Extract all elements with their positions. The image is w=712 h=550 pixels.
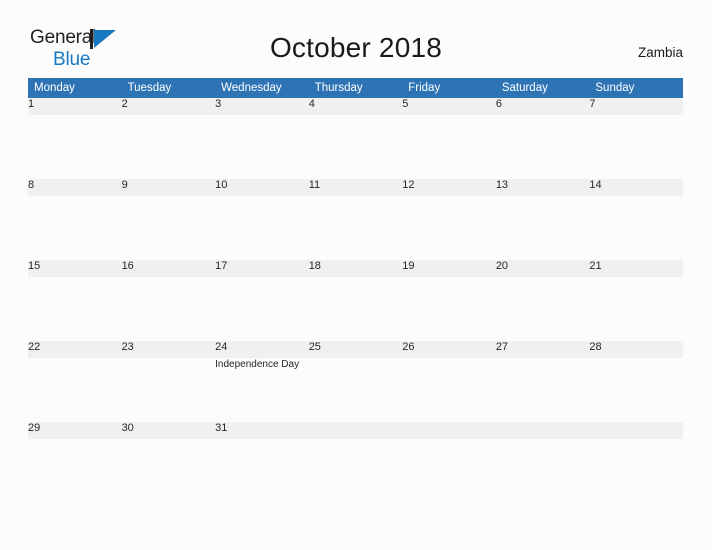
day-number-2[interactable]: 2 (121, 98, 216, 115)
day-number-5[interactable]: 5 (402, 98, 496, 115)
day-cell-body (402, 439, 496, 465)
day-cell-body[interactable] (28, 358, 122, 422)
day-cell-body[interactable] (121, 115, 216, 179)
week-daynumber-row: 15 16 17 18 19 20 21 (28, 260, 683, 277)
day-cell-body[interactable] (402, 196, 496, 260)
day-number-16[interactable]: 16 (121, 260, 216, 277)
day-number-blank (308, 422, 403, 439)
weekday-header-saturday: Saturday (495, 78, 590, 98)
day-cell-body[interactable] (28, 115, 122, 179)
day-cell-body[interactable] (308, 115, 403, 179)
day-number-18[interactable]: 18 (308, 260, 403, 277)
weekday-header-wednesday: Wednesday (215, 78, 309, 98)
calendar-grid: Monday Tuesday Wednesday Thursday Friday Satu… (28, 78, 683, 465)
weekday-header-sunday: Sunday (589, 78, 683, 98)
week-event-row (28, 439, 683, 465)
day-cell-body[interactable] (402, 358, 496, 422)
day-number-15[interactable]: 15 (28, 260, 122, 277)
day-cell-body[interactable] (308, 277, 403, 341)
page-header: General Blue October 2018 Zambia (0, 0, 712, 78)
day-cell-body[interactable] (121, 277, 216, 341)
day-number-24[interactable]: 24 (215, 341, 309, 358)
day-number-27[interactable]: 27 (495, 341, 590, 358)
week-daynumber-row: 8 9 10 11 12 13 14 (28, 179, 683, 196)
day-number-3[interactable]: 3 (215, 98, 309, 115)
day-number-4[interactable]: 4 (308, 98, 403, 115)
week-daynumber-row: 22 23 24 25 26 27 28 (28, 341, 683, 358)
day-cell-body[interactable] (28, 277, 122, 341)
country-label: Zambia (637, 45, 683, 60)
day-cell-body (495, 439, 590, 465)
weekday-header-thursday: Thursday (308, 78, 403, 98)
week-event-row (28, 196, 683, 260)
day-number-20[interactable]: 20 (495, 260, 590, 277)
day-cell-body[interactable] (402, 277, 496, 341)
day-number-23[interactable]: 23 (121, 341, 216, 358)
page-title: October 2018 (269, 32, 443, 63)
day-number-6[interactable]: 6 (495, 98, 590, 115)
day-cell-body[interactable] (215, 277, 309, 341)
weekday-header-monday: Monday (28, 78, 122, 98)
calendar-header-row: Monday Tuesday Wednesday Thursday Friday Satu… (28, 78, 683, 98)
day-cell-body[interactable] (589, 196, 683, 260)
day-cell-body[interactable] (121, 196, 216, 260)
day-number-28[interactable]: 28 (589, 341, 683, 358)
day-number-blank (589, 422, 683, 439)
week-event-row: Independence Day (28, 358, 683, 422)
day-cell-body (589, 439, 683, 465)
day-number-30[interactable]: 30 (121, 422, 216, 439)
calendar-table: Monday Tuesday Wednesday Thursday Friday Satu… (28, 78, 683, 465)
day-cell-body[interactable] (589, 115, 683, 179)
day-cell-body[interactable] (215, 196, 309, 260)
week-event-row (28, 115, 683, 179)
day-cell-body[interactable] (28, 196, 122, 260)
event-label: Independence Day (215, 359, 300, 370)
day-number-26[interactable]: 26 (402, 341, 496, 358)
day-number-25[interactable]: 25 (308, 341, 403, 358)
weekday-header-tuesday: Tuesday (121, 78, 216, 98)
day-number-9[interactable]: 9 (121, 179, 216, 196)
day-number-14[interactable]: 14 (589, 179, 683, 196)
day-cell-body[interactable] (28, 439, 122, 465)
day-cell-body[interactable] (308, 196, 403, 260)
day-number-blank (402, 422, 496, 439)
day-cell-body[interactable] (589, 358, 683, 422)
day-number-1[interactable]: 1 (28, 98, 122, 115)
day-number-17[interactable]: 17 (215, 260, 309, 277)
day-event-24[interactable]: Independence Day (215, 358, 309, 422)
day-cell-body[interactable] (589, 277, 683, 341)
day-cell-body[interactable] (495, 277, 590, 341)
calendar-body: 1 2 3 4 5 6 7 8 9 10 11 12 13 14 15 16 17 18 19 20 21 22 23 24 2… (28, 98, 683, 465)
day-cell-body[interactable] (215, 115, 309, 179)
day-number-10[interactable]: 10 (215, 179, 309, 196)
day-number-11[interactable]: 11 (308, 179, 403, 196)
weekday-header-friday: Friday (402, 78, 496, 98)
day-number-31[interactable]: 31 (215, 422, 309, 439)
day-number-7[interactable]: 7 (589, 98, 683, 115)
day-number-blank (495, 422, 590, 439)
week-daynumber-row: 1234567 (28, 98, 683, 115)
day-number-19[interactable]: 19 (402, 260, 496, 277)
day-cell-body[interactable] (402, 115, 496, 179)
week-daynumber-row: 29 30 31 (28, 422, 683, 439)
day-cell-body[interactable] (495, 196, 590, 260)
day-cell-body[interactable] (495, 115, 590, 179)
week-event-row (28, 277, 683, 341)
day-number-21[interactable]: 21 (589, 260, 683, 277)
day-cell-body[interactable] (121, 439, 216, 465)
day-cell-body[interactable] (215, 439, 309, 465)
day-cell-body[interactable] (308, 358, 403, 422)
day-number-22[interactable]: 22 (28, 341, 122, 358)
day-number-29[interactable]: 29 (28, 422, 122, 439)
day-cell-body[interactable] (495, 358, 590, 422)
day-number-8[interactable]: 8 (28, 179, 122, 196)
day-number-13[interactable]: 13 (495, 179, 590, 196)
day-number-12[interactable]: 12 (402, 179, 496, 196)
day-cell-body (308, 439, 403, 465)
day-cell-body[interactable] (121, 358, 216, 422)
